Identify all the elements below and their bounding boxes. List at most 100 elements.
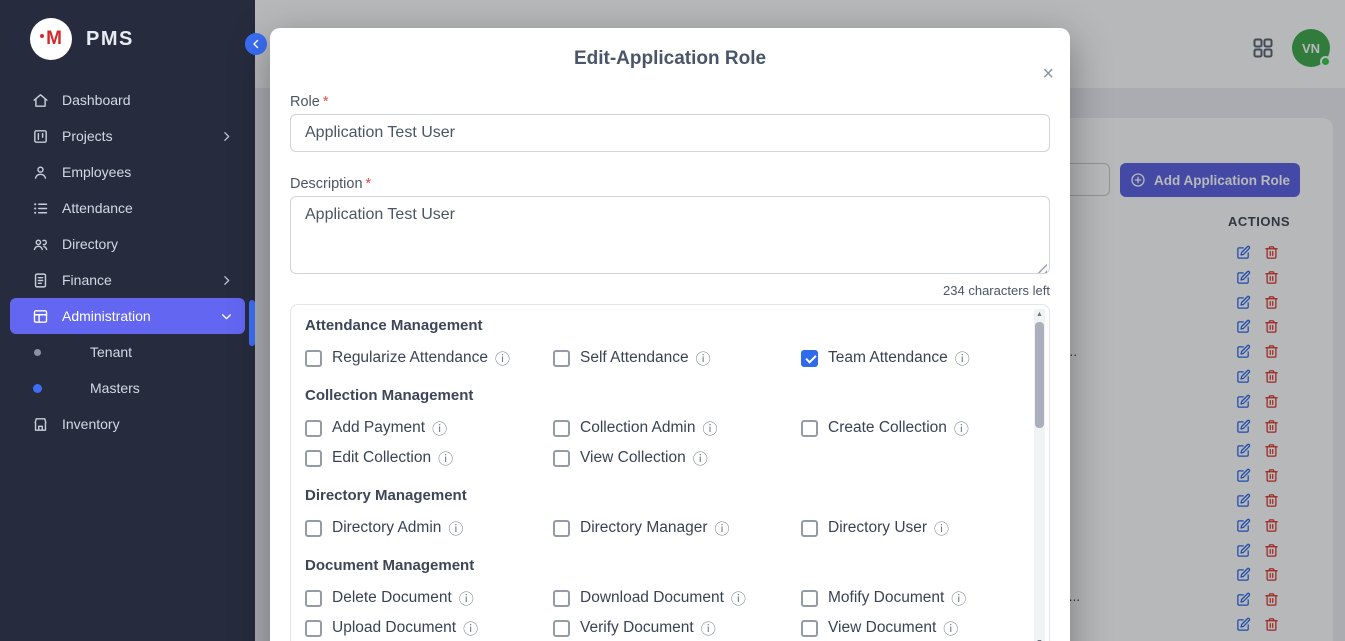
close-icon[interactable]: × (1042, 64, 1054, 84)
info-icon[interactable]: ⓘ (955, 348, 970, 369)
checkbox[interactable] (801, 520, 818, 537)
permission-item[interactable]: Mofify Documentⓘ (801, 583, 1015, 613)
sidebar-item-finance[interactable]: Finance (10, 262, 245, 298)
checkbox[interactable] (305, 450, 322, 467)
description-label: Description* (290, 176, 1050, 192)
sidebar-item-label: Inventory (62, 416, 120, 432)
sidebar-item-label: Finance (62, 272, 112, 288)
person-icon (32, 164, 49, 181)
permission-item[interactable]: Directory Userⓘ (801, 513, 1015, 543)
info-icon[interactable]: ⓘ (463, 618, 478, 639)
characters-left-counter: 234 characters left (290, 283, 1050, 298)
sidebar-item-directory[interactable]: Directory (10, 226, 245, 262)
sidebar-item-label: Projects (62, 128, 113, 144)
checkbox[interactable] (801, 590, 818, 607)
sidebar-item-label: Attendance (62, 200, 133, 216)
sidebar-item-employees[interactable]: Employees (10, 154, 245, 190)
permission-item[interactable]: Add Paymentⓘ (305, 413, 553, 443)
checkbox[interactable] (553, 450, 570, 467)
info-icon[interactable]: ⓘ (495, 348, 510, 369)
chevron-right-icon (220, 130, 233, 143)
description-textarea[interactable]: Application Test User (290, 196, 1050, 274)
chevron-left-icon (250, 38, 262, 50)
bullet-icon (34, 349, 41, 356)
info-icon[interactable]: ⓘ (696, 348, 711, 369)
required-asterisk: * (366, 176, 372, 192)
permission-item[interactable]: Create Collectionⓘ (801, 413, 1015, 443)
sidebar-scrollbar-thumb[interactable] (249, 300, 255, 346)
sidebar-collapse-toggle[interactable] (245, 33, 267, 55)
info-icon[interactable]: ⓘ (954, 418, 969, 439)
info-icon[interactable]: ⓘ (731, 588, 746, 609)
permission-item[interactable]: Delete Documentⓘ (305, 583, 553, 613)
info-icon[interactable]: ⓘ (448, 518, 463, 539)
sidebar-item-label: Masters (90, 380, 140, 396)
checkbox[interactable] (553, 420, 570, 437)
sidebar: M PMS Dashboard Projects Employees Atten… (0, 0, 255, 641)
description-field-wrap: Application Test User (290, 196, 1050, 279)
permission-grid: Regularize Attendanceⓘ Self Attendanceⓘ … (305, 343, 1015, 373)
permission-item[interactable]: Self Attendanceⓘ (553, 343, 801, 373)
store-icon (32, 416, 49, 433)
info-icon[interactable]: ⓘ (715, 518, 730, 539)
sidebar-nav: Dashboard Projects Employees Attendance … (0, 82, 255, 442)
permission-group-collection: Collection Management Add Paymentⓘ Colle… (305, 387, 1015, 473)
sidebar-item-inventory[interactable]: Inventory (10, 406, 245, 442)
app-root: VN Add Application Role ACTIONS (0, 0, 1345, 641)
info-icon[interactable]: ⓘ (934, 518, 949, 539)
checkbox[interactable] (553, 590, 570, 607)
permission-item[interactable]: Regularize Attendanceⓘ (305, 343, 553, 373)
logo-icon: M (30, 18, 72, 60)
permission-item[interactable]: Upload Documentⓘ (305, 613, 553, 641)
checkbox[interactable] (305, 620, 322, 637)
info-icon[interactable]: ⓘ (943, 618, 958, 639)
info-icon[interactable]: ⓘ (432, 418, 447, 439)
info-icon[interactable]: ⓘ (693, 448, 708, 469)
admin-icon (32, 308, 49, 325)
checkbox[interactable] (553, 620, 570, 637)
scroll-up-icon[interactable]: ▲ (1034, 311, 1045, 318)
permissions-scrollbar[interactable]: ▲ ▼ (1034, 309, 1045, 641)
list-icon (32, 200, 49, 217)
permission-item[interactable]: View Collectionⓘ (553, 443, 801, 473)
sidebar-item-administration[interactable]: Administration (10, 298, 245, 334)
permission-grid: Directory Adminⓘ Directory Managerⓘ Dire… (305, 513, 1015, 543)
sidebar-item-projects[interactable]: Projects (10, 118, 245, 154)
permission-item[interactable]: Directory Managerⓘ (553, 513, 801, 543)
checkbox-checked[interactable] (801, 350, 818, 367)
permission-item[interactable]: Directory Adminⓘ (305, 513, 553, 543)
checkbox[interactable] (801, 420, 818, 437)
checkbox[interactable] (305, 420, 322, 437)
checkbox[interactable] (305, 590, 322, 607)
permission-item[interactable]: Edit Collectionⓘ (305, 443, 553, 473)
role-input[interactable] (290, 114, 1050, 152)
info-icon[interactable]: ⓘ (459, 588, 474, 609)
group-title: Collection Management (305, 387, 1015, 404)
role-label: Role* (290, 94, 1050, 110)
checkbox[interactable] (553, 520, 570, 537)
checkbox[interactable] (305, 520, 322, 537)
permissions-panel: Attendance Management Regularize Attenda… (290, 304, 1050, 641)
info-icon[interactable]: ⓘ (702, 418, 717, 439)
permission-item[interactable]: Verify Documentⓘ (553, 613, 801, 641)
sidebar-item-dashboard[interactable]: Dashboard (10, 82, 245, 118)
info-icon[interactable]: ⓘ (701, 618, 716, 639)
permission-item[interactable]: Team Attendanceⓘ (801, 343, 1015, 373)
finance-icon (32, 272, 49, 289)
sidebar-item-masters[interactable]: Masters (10, 370, 245, 406)
permission-group-directory: Directory Management Directory Adminⓘ Di… (305, 487, 1015, 543)
chevron-down-icon (220, 310, 233, 323)
info-icon[interactable]: ⓘ (438, 448, 453, 469)
checkbox[interactable] (305, 350, 322, 367)
permission-item[interactable]: View Documentⓘ (801, 613, 1015, 641)
sidebar-item-attendance[interactable]: Attendance (10, 190, 245, 226)
permission-item[interactable]: Download Documentⓘ (553, 583, 801, 613)
sidebar-item-tenant[interactable]: Tenant (10, 334, 245, 370)
scrollbar-thumb[interactable] (1035, 322, 1044, 428)
checkbox[interactable] (553, 350, 570, 367)
edit-application-role-modal: Edit-Application Role × Role* Descriptio… (270, 28, 1070, 641)
permission-item[interactable]: Collection Adminⓘ (553, 413, 801, 443)
info-icon[interactable]: ⓘ (951, 588, 966, 609)
sidebar-item-label: Tenant (90, 344, 132, 360)
checkbox[interactable] (801, 620, 818, 637)
